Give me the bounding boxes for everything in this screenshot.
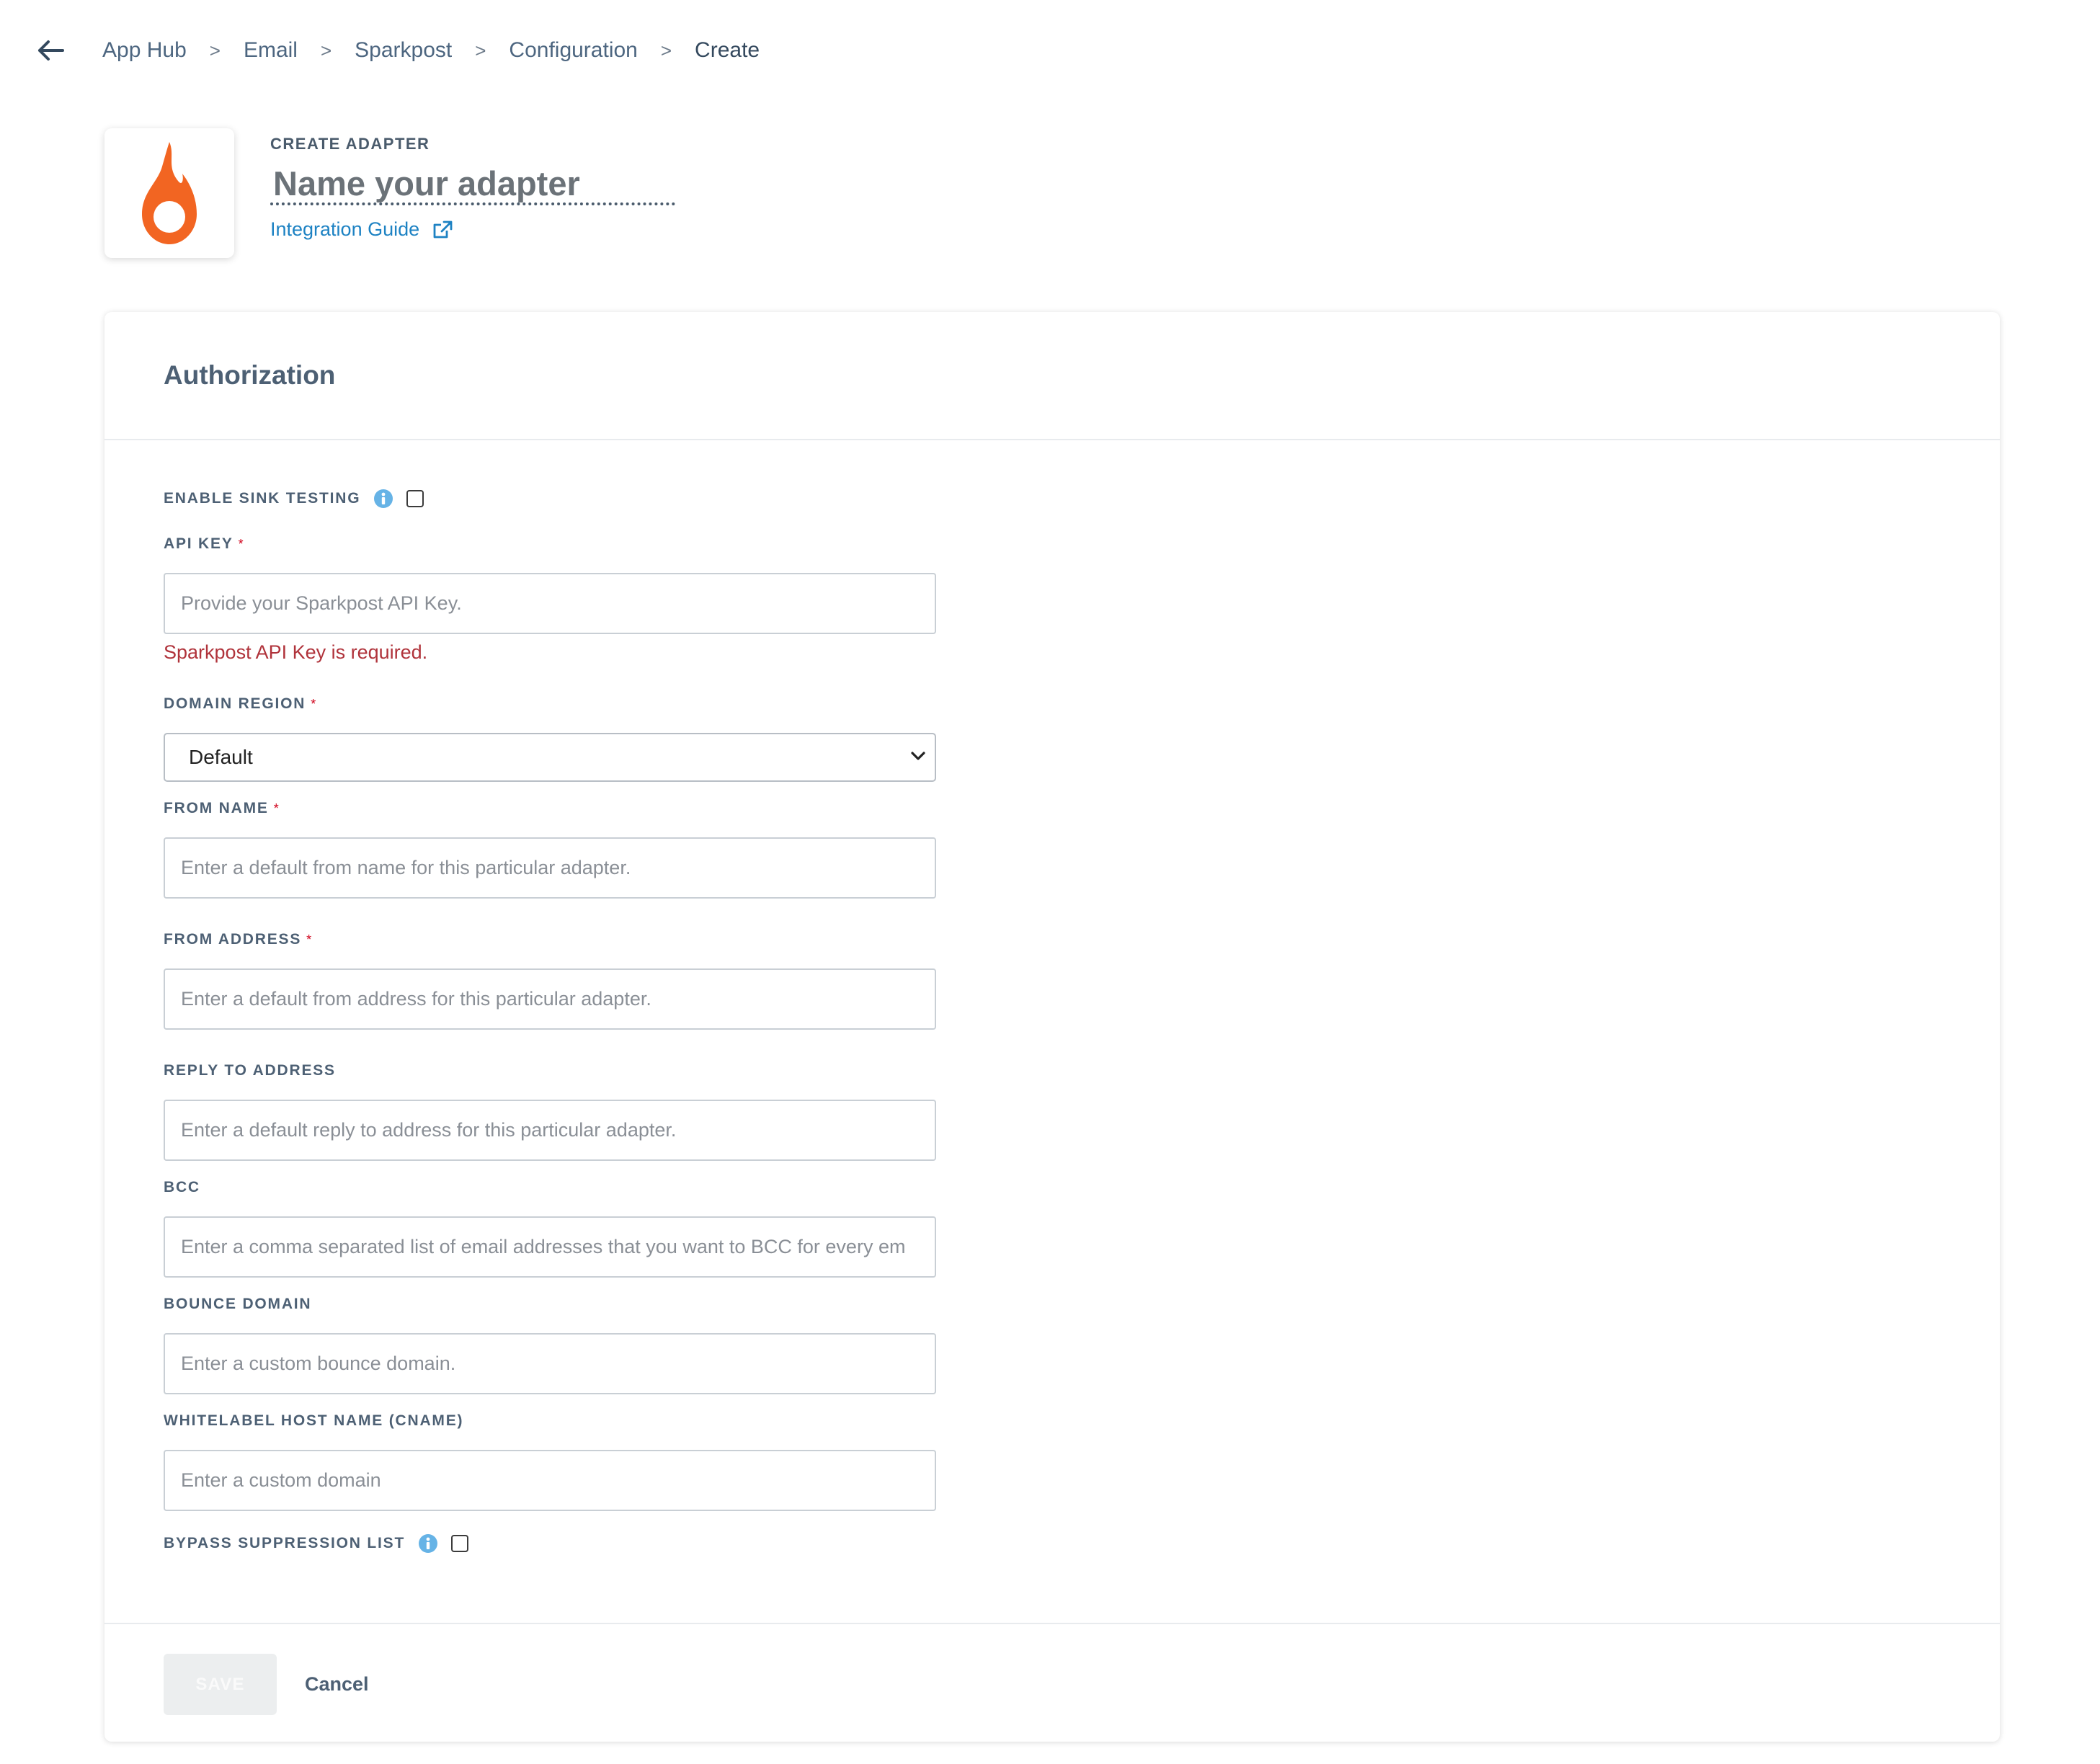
domain-region-select[interactable]: Default (164, 733, 936, 782)
bcc-input[interactable] (164, 1216, 936, 1278)
breadcrumb-current: Create (695, 38, 760, 62)
card-header-divider (104, 439, 2000, 440)
create-adapter-eyebrow: CREATE ADAPTER (270, 135, 430, 153)
from-address-label: FROM ADDRESS (164, 931, 302, 948)
sink-testing-label: ENABLE SINK TESTING (164, 490, 361, 507)
whitelabel-input[interactable] (164, 1450, 936, 1511)
bypass-suppression-label: BYPASS SUPPRESSION LIST (164, 1535, 406, 1551)
whitelabel-label: WHITELABEL HOST NAME (CNAME) (164, 1412, 464, 1429)
card-title: Authorization (164, 360, 336, 390)
sparkpost-flame-logo-icon (142, 142, 197, 244)
breadcrumb-separator: > (660, 39, 672, 61)
bcc-label-row: BCC (164, 1176, 200, 1199)
breadcrumb: App Hub > Email > Sparkpost > Configurat… (35, 35, 760, 66)
required-marker: * (306, 932, 312, 947)
chevron-down-icon (910, 751, 926, 765)
api-key-label: API KEY (164, 535, 233, 552)
domain-region-value: Default (189, 746, 253, 768)
domain-region-label-row: DOMAIN REGION * (164, 692, 316, 716)
breadcrumb-sparkpost[interactable]: Sparkpost (355, 38, 452, 63)
from-address-input[interactable] (164, 968, 936, 1030)
bypass-suppression-row: BYPASS SUPPRESSION LIST (164, 1532, 469, 1555)
required-marker: * (273, 801, 279, 816)
external-link-icon (432, 220, 453, 239)
reply-to-input[interactable] (164, 1100, 936, 1161)
sink-testing-checkbox[interactable] (406, 490, 424, 507)
bypass-suppression-checkbox[interactable] (451, 1535, 469, 1552)
breadcrumb-configuration[interactable]: Configuration (509, 38, 637, 63)
bounce-domain-input[interactable] (164, 1333, 936, 1394)
integration-guide-link[interactable]: Integration Guide (270, 218, 675, 241)
breadcrumb-separator: > (320, 39, 332, 61)
required-marker: * (311, 696, 316, 711)
breadcrumb-email[interactable]: Email (244, 38, 298, 63)
info-icon[interactable] (373, 489, 393, 509)
bcc-label: BCC (164, 1179, 200, 1195)
adapter-logo (104, 128, 234, 258)
sink-testing-row: ENABLE SINK TESTING (164, 487, 424, 510)
breadcrumb-separator: > (475, 39, 486, 61)
whitelabel-label-row: WHITELABEL HOST NAME (CNAME) (164, 1409, 463, 1433)
back-arrow-icon[interactable] (35, 35, 66, 66)
breadcrumb-app-hub[interactable]: App Hub (102, 38, 187, 63)
reply-to-label-row: REPLY TO ADDRESS (164, 1059, 336, 1082)
cancel-button[interactable]: Cancel (305, 1654, 369, 1715)
from-address-label-row: FROM ADDRESS * (164, 928, 311, 951)
from-name-input[interactable] (164, 837, 936, 899)
bounce-domain-label: BOUNCE DOMAIN (164, 1296, 312, 1312)
api-key-input[interactable] (164, 573, 936, 634)
card-footer-divider (104, 1623, 2000, 1624)
required-marker: * (238, 536, 244, 551)
from-name-label-row: FROM NAME * (164, 797, 279, 820)
integration-guide-label: Integration Guide (270, 218, 420, 240)
reply-to-label: REPLY TO ADDRESS (164, 1062, 336, 1079)
adapter-name-input[interactable] (270, 164, 675, 205)
authorization-card: Authorization ENABLE SINK TESTING API KE… (104, 312, 2000, 1742)
api-key-error: Sparkpost API Key is required. (164, 641, 428, 663)
save-button[interactable]: SAVE (164, 1654, 277, 1715)
from-name-label: FROM NAME (164, 800, 269, 816)
domain-region-label: DOMAIN REGION (164, 695, 306, 712)
info-icon[interactable] (418, 1533, 438, 1554)
breadcrumb-separator: > (209, 39, 221, 61)
adapter-header: CREATE ADAPTER Integration Guide (104, 128, 675, 262)
bounce-domain-label-row: BOUNCE DOMAIN (164, 1293, 311, 1316)
api-key-label-row: API KEY * (164, 533, 244, 556)
